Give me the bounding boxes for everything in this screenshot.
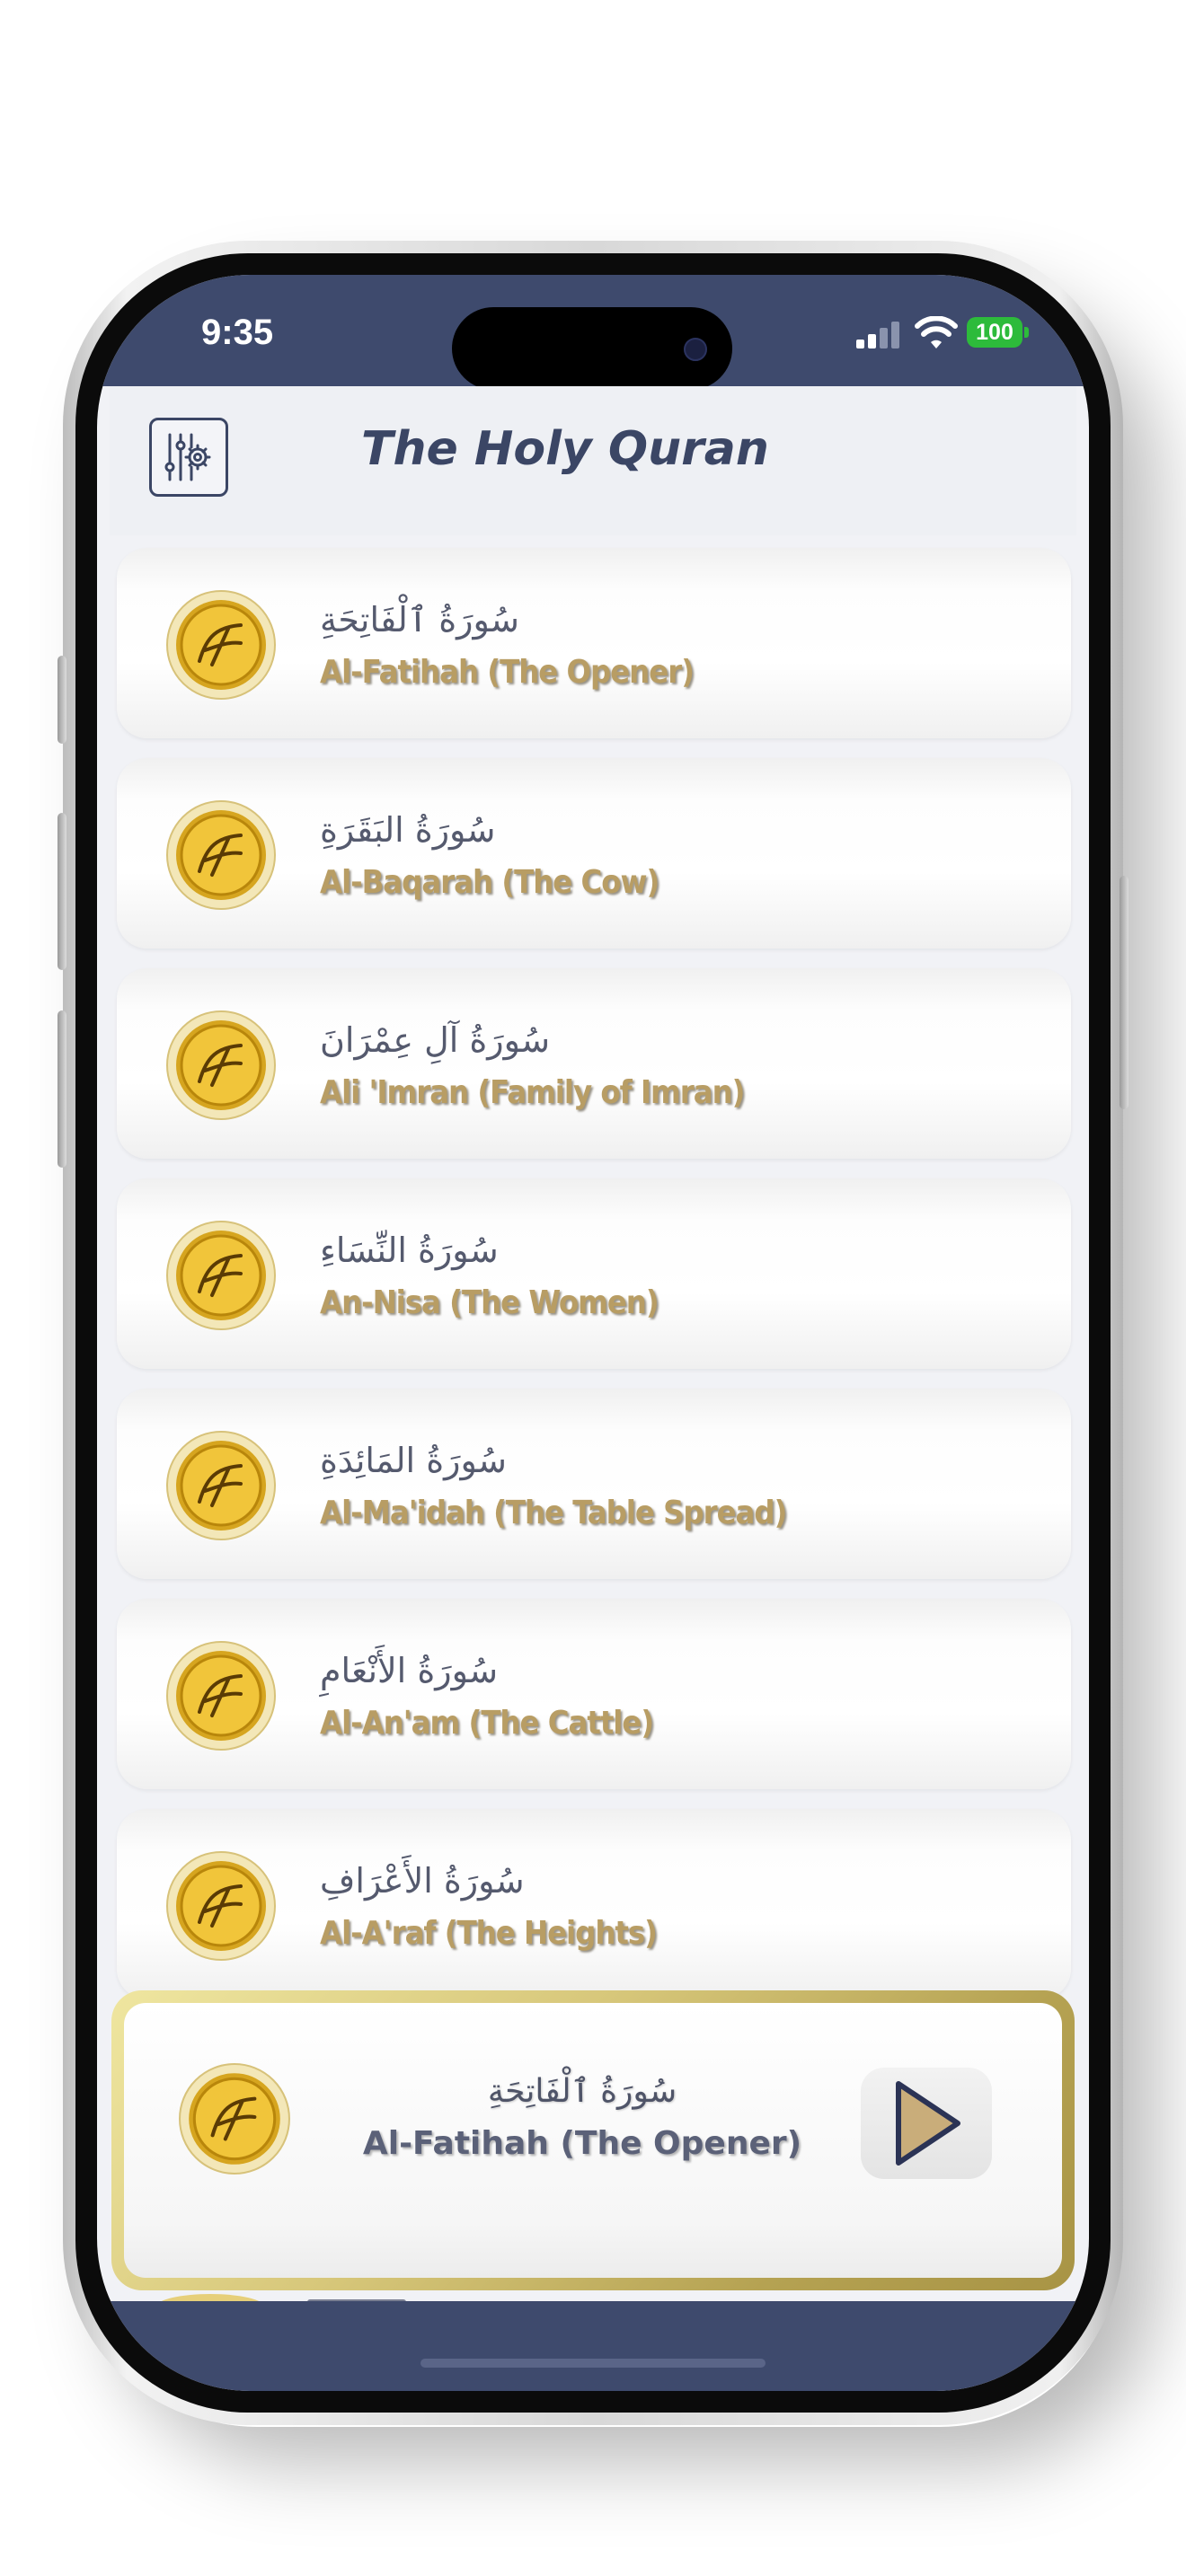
quran-medallion-icon [166, 800, 276, 910]
page-title: The Holy Quran [361, 422, 769, 476]
surah-arabic-name: سُورَةُ ٱلْفَاتِحَةِ [320, 600, 519, 640]
now-playing-bar[interactable]: سُورَةُ ٱلْفَاتِحَةِ Al-Fatihah (The Ope… [111, 1990, 1075, 2290]
cellular-signal-icon [856, 322, 905, 348]
settings-button[interactable] [149, 418, 228, 497]
screen: 9:35 100 The Holy Quran سُورَةُ ٱلْفَاتِ… [97, 275, 1089, 2391]
play-icon [896, 2081, 960, 2166]
sliders-gear-icon [164, 433, 211, 481]
battery-cap [1024, 327, 1029, 338]
surah-arabic-name: سُورَةُ الأَنْعَامِ [320, 1651, 499, 1690]
surah-english-name: Al-Fatihah (The Opener) [320, 654, 695, 691]
side-button-volume-down [58, 1010, 66, 1168]
quran-medallion-icon [166, 590, 276, 700]
side-button-power [1120, 876, 1128, 1109]
surah-arabic-name: سُورَةُ الأَعْرَافِ [320, 1861, 525, 1901]
status-bar: 9:35 100 [97, 275, 1089, 390]
surah-card[interactable]: سُورَةُ النِّسَاءِ An-Nisa (The Women) [117, 1178, 1071, 1369]
status-time: 9:35 [201, 313, 274, 352]
battery-icon: 100 [967, 317, 1022, 348]
quran-medallion-icon [166, 1851, 276, 1961]
surah-card[interactable]: سُورَةُ آلِ عِمْرَانَ Ali 'Imran (Family… [117, 968, 1071, 1159]
quran-medallion-icon [166, 1641, 276, 1751]
surah-english-name: An-Nisa (The Women) [320, 1284, 659, 1321]
surah-arabic-name: سُورَةُ المَائِدَةِ [320, 1441, 507, 1480]
surah-card[interactable]: سُورَةُ الأَنْعَامِ Al-An'am (The Cattle… [117, 1599, 1071, 1789]
wifi-icon [915, 316, 958, 348]
camera-icon [684, 338, 707, 361]
surah-arabic-name: سُورَةُ آلِ عِمْرَانَ [320, 1020, 551, 1060]
surah-arabic-name: سُورَةُ البَقَرَةِ [320, 810, 496, 850]
play-button[interactable] [861, 2068, 992, 2179]
surah-english-name: Al-An'am (The Cattle) [320, 1705, 654, 1742]
quran-medallion-icon [166, 1431, 276, 1540]
home-indicator[interactable] [420, 2359, 766, 2368]
app-header: The Holy Quran [110, 386, 1076, 535]
surah-card[interactable]: سُورَةُ الأَعْرَافِ Al-A'raf (The Height… [117, 1809, 1071, 1999]
now-playing-panel: سُورَةُ ٱلْفَاتِحَةِ Al-Fatihah (The Ope… [124, 2003, 1062, 2278]
bottom-bar [97, 2301, 1089, 2391]
quran-medallion-icon [179, 2063, 290, 2175]
surah-card[interactable]: سُورَةُ المَائِدَةِ Al-Ma'idah (The Tabl… [117, 1389, 1071, 1579]
surah-card[interactable]: سُورَةُ ٱلْفَاتِحَةِ Al-Fatihah (The Ope… [117, 548, 1071, 738]
side-button-volume-up [58, 813, 66, 970]
surah-english-name: Al-Baqarah (The Cow) [320, 864, 659, 901]
dynamic-island [452, 307, 732, 390]
quran-medallion-icon [166, 1010, 276, 1120]
now-playing-arabic-name: سُورَةُ ٱلْفَاتِحَةِ [487, 2073, 677, 2110]
surah-english-name: Al-Ma'idah (The Table Spread) [320, 1495, 787, 1531]
side-button-action [58, 656, 66, 744]
quran-medallion-icon [166, 1221, 276, 1330]
surah-english-name: Ali 'Imran (Family of Imran) [320, 1074, 745, 1111]
surah-card[interactable]: سُورَةُ البَقَرَةِ Al-Baqarah (The Cow) [117, 758, 1071, 948]
surah-english-name: Al-A'raf (The Heights) [320, 1915, 658, 1952]
now-playing-english-name: Al-Fatihah (The Opener) [362, 2125, 802, 2162]
surah-arabic-name: سُورَةُ النِّسَاءِ [320, 1231, 499, 1270]
